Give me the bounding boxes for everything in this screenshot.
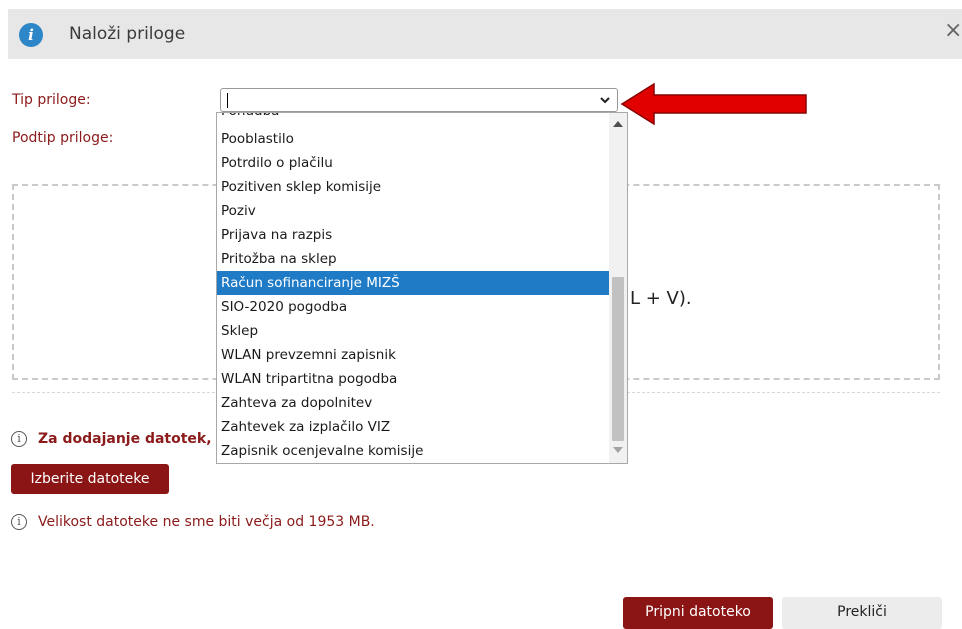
dropdown-option[interactable]: Zahteva za dopolnitev [217,391,609,415]
dropdown-scrollbar[interactable] [609,113,627,463]
dropdown-option[interactable]: Prijava na razpis [217,223,609,247]
type-dropdown-list[interactable]: Ponudba Pooblastilo Potrdilo o plačilu P… [216,112,628,464]
dropdown-option[interactable]: WLAN tripartitna pogodba [217,367,609,391]
dropdown-option[interactable]: WLAN prevzemni zapisnik [217,343,609,367]
red-arrow-annotation [620,82,807,126]
dialog-header: i Naloži priloge × [8,9,962,59]
scroll-down-arrow-icon[interactable] [613,447,623,453]
add-files-text: Za dodajanje datotek, [38,431,212,447]
scroll-up-arrow-icon[interactable] [613,121,623,127]
dropdown-option[interactable]: Potrdilo o plačilu [217,151,609,175]
dropdown-option[interactable]: Zapisnik ocenjevalne komisije [217,439,609,463]
dropdown-option[interactable]: Pooblastilo [217,127,609,151]
dropdown-option[interactable]: Zahtevek za izplačilo VIZ [217,415,609,439]
text-cursor [227,93,228,108]
info-icon: i [19,23,43,47]
dropdown-option[interactable]: Pritožba na sklep [217,247,609,271]
type-select[interactable] [220,88,618,112]
close-icon[interactable]: × [944,19,962,43]
type-label: Tip priloge: [12,92,91,108]
dropdown-option-highlighted[interactable]: Račun sofinanciranje MIZŠ [217,271,609,295]
size-limit-text: Velikost datoteke ne sme biti večja od 1… [38,514,375,530]
dialog-title: Naloži priloge [69,24,186,44]
select-files-button[interactable]: Izberite datoteke [11,464,169,494]
dropdown-option[interactable]: Pozitiven sklep komisije [217,175,609,199]
dropdown-option[interactable]: Ponudba [217,113,609,123]
dropdown-option[interactable]: Poziv [217,199,609,223]
cancel-button[interactable]: Prekliči [782,597,942,629]
scrollbar-thumb[interactable] [612,277,624,441]
drop-zone-text: L + V). [630,288,692,309]
dropdown-option[interactable]: SIO-2020 pogodba [217,295,609,319]
subtype-label: Podtip priloge: [12,130,114,146]
info-circle-icon: i [11,431,27,447]
info-circle-icon: i [11,514,27,530]
chevron-down-icon [600,97,610,104]
dropdown-option[interactable]: Sklep [217,319,609,343]
attach-file-button[interactable]: Pripni datoteko [623,597,773,629]
